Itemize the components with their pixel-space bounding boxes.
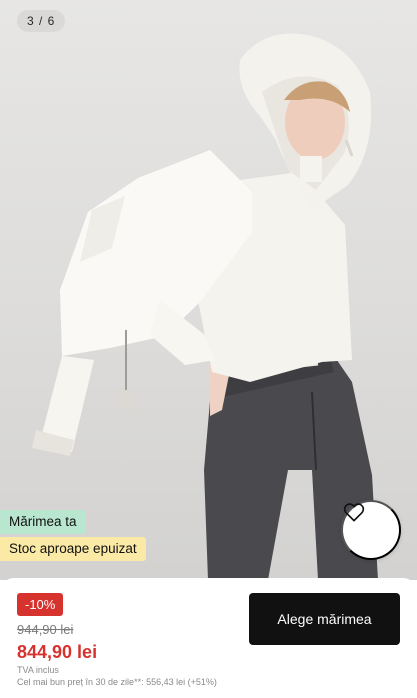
low-stock-badge: Stoc aproape epuizat xyxy=(0,537,146,561)
product-photo-illustration xyxy=(32,33,378,580)
old-price: 944,90 lei xyxy=(17,622,74,637)
add-to-favorites-button[interactable] xyxy=(341,500,401,560)
current-price: 844,90 lei xyxy=(17,642,98,662)
product-image[interactable]: 3 / 6 Mărimea ta Stoc aproape epuizat xyxy=(0,0,417,580)
your-size-badge: Mărimea ta xyxy=(0,510,86,534)
vat-note: TVA inclus xyxy=(17,665,59,675)
discount-badge: -10% xyxy=(17,593,64,616)
choose-size-button[interactable]: Alege mărimea xyxy=(249,593,400,645)
lowest-price-note: Cel mai bun preț în 30 de zile**: 556,43… xyxy=(17,677,217,687)
heart-icon xyxy=(343,503,365,522)
image-counter: 3 / 6 xyxy=(17,10,66,32)
